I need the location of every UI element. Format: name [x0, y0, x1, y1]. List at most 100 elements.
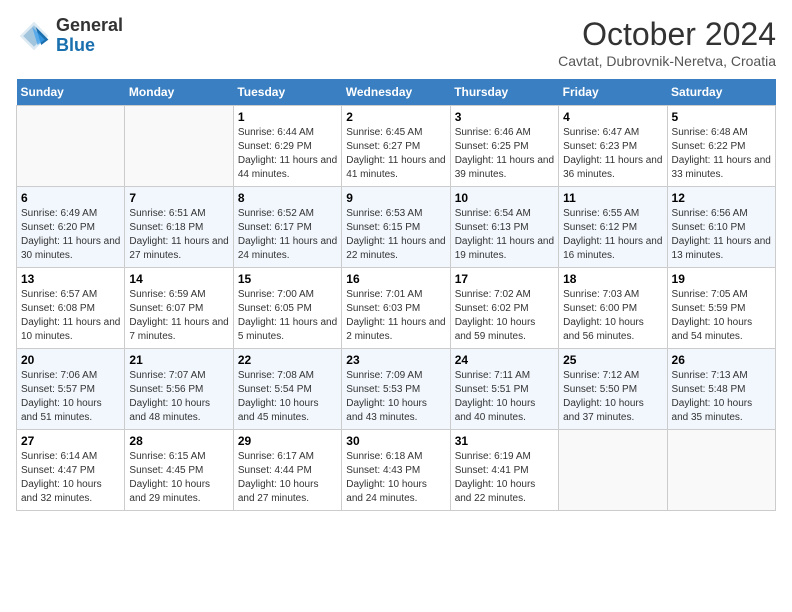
day-number: 23	[346, 353, 445, 367]
calendar-cell: 27Sunrise: 6:14 AM Sunset: 4:47 PM Dayli…	[17, 430, 125, 511]
month-title: October 2024	[558, 16, 776, 53]
day-detail: Sunrise: 7:05 AM Sunset: 5:59 PM Dayligh…	[672, 288, 771, 344]
day-number: 22	[238, 353, 337, 367]
calendar-cell: 1 Sunrise: 6:44 AM Sunset: 6:29 PM Daylig…	[233, 106, 341, 187]
day-number: 5	[672, 110, 771, 124]
day-number: 9	[346, 191, 445, 205]
calendar-cell	[667, 430, 775, 511]
day-detail: Sunrise: 6:57 AM Sunset: 6:08 PM Dayligh…	[21, 288, 120, 344]
calendar-cell: 22 Sunrise: 7:08 AM Sunset: 5:54 PM Dayli…	[233, 349, 341, 430]
calendar-cell: 9 Sunrise: 6:53 AM Sunset: 6:15 PM Daylig…	[342, 187, 450, 268]
day-number: 15	[238, 272, 337, 286]
day-number: 1	[238, 110, 337, 124]
day-number: 14	[129, 272, 228, 286]
calendar-cell	[17, 106, 125, 187]
day-detail: Sunrise: 7:09 AM Sunset: 5:53 PM Dayligh…	[346, 369, 445, 425]
day-number: 3	[455, 110, 554, 124]
calendar-cell: 30 Sunrise: 6:18 AM Sunset: 4:43 PM Dayli…	[342, 430, 450, 511]
day-number: 29	[238, 434, 337, 448]
calendar-cell: 5Sunrise: 6:48 AM Sunset: 6:22 PM Daylig…	[667, 106, 775, 187]
weekday-header-wednesday: Wednesday	[342, 79, 450, 106]
logo-blue: Blue	[56, 35, 95, 55]
week-row-5: 27Sunrise: 6:14 AM Sunset: 4:47 PM Dayli…	[17, 430, 776, 511]
week-row-1: 1 Sunrise: 6:44 AM Sunset: 6:29 PM Daylig…	[17, 106, 776, 187]
day-detail: Sunrise: 6:46 AM Sunset: 6:25 PM Dayligh…	[455, 126, 554, 182]
week-row-3: 13Sunrise: 6:57 AM Sunset: 6:08 PM Dayli…	[17, 268, 776, 349]
day-number: 2	[346, 110, 445, 124]
calendar-cell: 21Sunrise: 7:07 AM Sunset: 5:56 PM Dayli…	[125, 349, 233, 430]
calendar-cell: 11Sunrise: 6:55 AM Sunset: 6:12 PM Dayli…	[559, 187, 667, 268]
day-detail: Sunrise: 6:17 AM Sunset: 4:44 PM Dayligh…	[238, 450, 337, 506]
calendar-cell: 17 Sunrise: 7:02 AM Sunset: 6:02 PM Dayli…	[450, 268, 558, 349]
page-header: General Blue October 2024 Cavtat, Dubrov…	[16, 16, 776, 69]
day-detail: Sunrise: 7:06 AM Sunset: 5:57 PM Dayligh…	[21, 369, 120, 425]
day-number: 20	[21, 353, 120, 367]
calendar-cell: 20 Sunrise: 7:06 AM Sunset: 5:57 PM Dayli…	[17, 349, 125, 430]
weekday-header-friday: Friday	[559, 79, 667, 106]
day-detail: Sunrise: 6:51 AM Sunset: 6:18 PM Dayligh…	[129, 207, 228, 263]
calendar-cell: 6Sunrise: 6:49 AM Sunset: 6:20 PM Daylig…	[17, 187, 125, 268]
day-number: 10	[455, 191, 554, 205]
calendar-cell: 4Sunrise: 6:47 AM Sunset: 6:23 PM Daylig…	[559, 106, 667, 187]
day-detail: Sunrise: 6:44 AM Sunset: 6:29 PM Dayligh…	[238, 126, 337, 182]
day-number: 7	[129, 191, 228, 205]
day-detail: Sunrise: 6:53 AM Sunset: 6:15 PM Dayligh…	[346, 207, 445, 263]
calendar-cell: 24 Sunrise: 7:11 AM Sunset: 5:51 PM Dayli…	[450, 349, 558, 430]
day-detail: Sunrise: 7:11 AM Sunset: 5:51 PM Dayligh…	[455, 369, 554, 425]
calendar-cell: 14 Sunrise: 6:59 AM Sunset: 6:07 PM Dayli…	[125, 268, 233, 349]
day-detail: Sunrise: 7:08 AM Sunset: 5:54 PM Dayligh…	[238, 369, 337, 425]
calendar-cell	[125, 106, 233, 187]
calendar-cell: 12Sunrise: 6:56 AM Sunset: 6:10 PM Dayli…	[667, 187, 775, 268]
weekday-header-sunday: Sunday	[17, 79, 125, 106]
day-detail: Sunrise: 6:18 AM Sunset: 4:43 PM Dayligh…	[346, 450, 445, 506]
day-detail: Sunrise: 6:45 AM Sunset: 6:27 PM Dayligh…	[346, 126, 445, 182]
week-row-2: 6Sunrise: 6:49 AM Sunset: 6:20 PM Daylig…	[17, 187, 776, 268]
day-number: 30	[346, 434, 445, 448]
weekday-header-thursday: Thursday	[450, 79, 558, 106]
day-detail: Sunrise: 6:15 AM Sunset: 4:45 PM Dayligh…	[129, 450, 228, 506]
calendar-cell: 29 Sunrise: 6:17 AM Sunset: 4:44 PM Dayli…	[233, 430, 341, 511]
calendar-cell: 3 Sunrise: 6:46 AM Sunset: 6:25 PM Daylig…	[450, 106, 558, 187]
day-detail: Sunrise: 6:19 AM Sunset: 4:41 PM Dayligh…	[455, 450, 554, 506]
calendar-cell: 25 Sunrise: 7:12 AM Sunset: 5:50 PM Dayli…	[559, 349, 667, 430]
day-number: 21	[129, 353, 228, 367]
day-number: 17	[455, 272, 554, 286]
day-detail: Sunrise: 7:01 AM Sunset: 6:03 PM Dayligh…	[346, 288, 445, 344]
day-number: 26	[672, 353, 771, 367]
day-number: 8	[238, 191, 337, 205]
day-number: 18	[563, 272, 662, 286]
title-block: October 2024 Cavtat, Dubrovnik-Neretva, …	[558, 16, 776, 69]
calendar-cell: 18 Sunrise: 7:03 AM Sunset: 6:00 PM Dayli…	[559, 268, 667, 349]
calendar-cell: 8Sunrise: 6:52 AM Sunset: 6:17 PM Daylig…	[233, 187, 341, 268]
calendar-cell: 13Sunrise: 6:57 AM Sunset: 6:08 PM Dayli…	[17, 268, 125, 349]
day-detail: Sunrise: 6:59 AM Sunset: 6:07 PM Dayligh…	[129, 288, 228, 344]
calendar-table: SundayMondayTuesdayWednesdayThursdayFrid…	[16, 79, 776, 511]
logo-text: General Blue	[56, 16, 123, 56]
weekday-header-monday: Monday	[125, 79, 233, 106]
day-number: 11	[563, 191, 662, 205]
day-detail: Sunrise: 6:14 AM Sunset: 4:47 PM Dayligh…	[21, 450, 120, 506]
day-number: 6	[21, 191, 120, 205]
day-detail: Sunrise: 6:54 AM Sunset: 6:13 PM Dayligh…	[455, 207, 554, 263]
day-detail: Sunrise: 6:56 AM Sunset: 6:10 PM Dayligh…	[672, 207, 771, 263]
week-row-4: 20 Sunrise: 7:06 AM Sunset: 5:57 PM Dayli…	[17, 349, 776, 430]
day-detail: Sunrise: 7:03 AM Sunset: 6:00 PM Dayligh…	[563, 288, 662, 344]
day-detail: Sunrise: 7:13 AM Sunset: 5:48 PM Dayligh…	[672, 369, 771, 425]
location: Cavtat, Dubrovnik-Neretva, Croatia	[558, 53, 776, 69]
day-number: 24	[455, 353, 554, 367]
calendar-cell: 31 Sunrise: 6:19 AM Sunset: 4:41 PM Dayli…	[450, 430, 558, 511]
day-detail: Sunrise: 6:47 AM Sunset: 6:23 PM Dayligh…	[563, 126, 662, 182]
day-number: 25	[563, 353, 662, 367]
calendar-cell: 16 Sunrise: 7:01 AM Sunset: 6:03 PM Dayli…	[342, 268, 450, 349]
weekday-header-tuesday: Tuesday	[233, 79, 341, 106]
calendar-cell: 19Sunrise: 7:05 AM Sunset: 5:59 PM Dayli…	[667, 268, 775, 349]
day-detail: Sunrise: 7:02 AM Sunset: 6:02 PM Dayligh…	[455, 288, 554, 344]
day-number: 16	[346, 272, 445, 286]
calendar-cell: 7 Sunrise: 6:51 AM Sunset: 6:18 PM Daylig…	[125, 187, 233, 268]
calendar-cell: 10 Sunrise: 6:54 AM Sunset: 6:13 PM Dayli…	[450, 187, 558, 268]
day-number: 28	[129, 434, 228, 448]
logo-general: General	[56, 15, 123, 35]
day-number: 31	[455, 434, 554, 448]
day-detail: Sunrise: 7:12 AM Sunset: 5:50 PM Dayligh…	[563, 369, 662, 425]
weekday-header-row: SundayMondayTuesdayWednesdayThursdayFrid…	[17, 79, 776, 106]
